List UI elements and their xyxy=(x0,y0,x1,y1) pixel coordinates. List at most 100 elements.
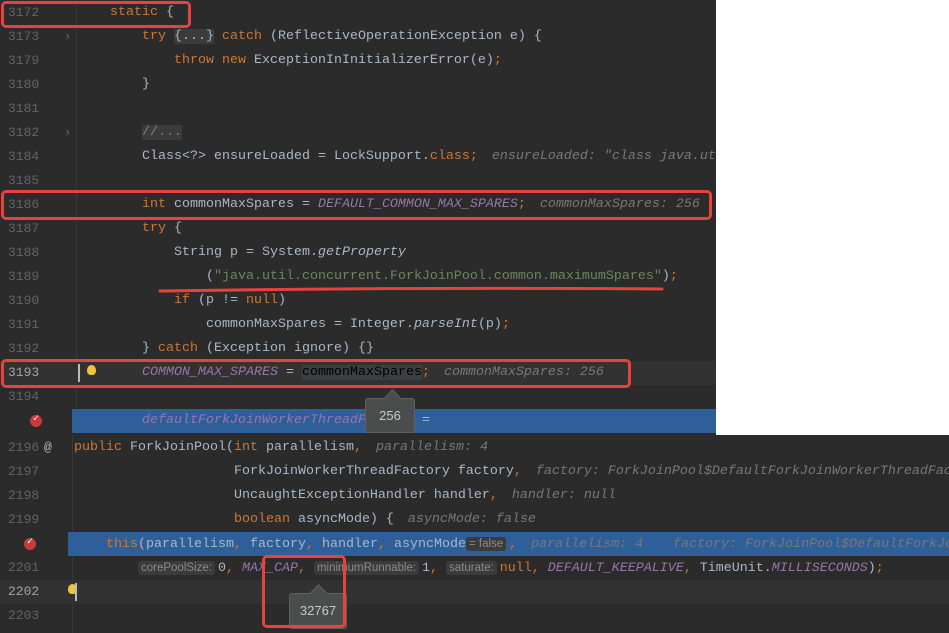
code-line[interactable]: 3186 int commonMaxSpares = DEFAULT_COMMO… xyxy=(0,193,716,217)
code-text[interactable]: boolean asyncMode) { asyncMode: false xyxy=(74,508,536,532)
line-number[interactable]: 3192 xyxy=(8,337,39,361)
breakpoint-icon[interactable] xyxy=(24,531,36,555)
code-line[interactable]: 3190 if (p != null) xyxy=(0,289,716,313)
identifier: ExceptionInInitializerError(e) xyxy=(253,53,494,68)
code-line[interactable]: 3179 throw new ExceptionInInitializerErr… xyxy=(0,49,716,73)
identifier: 0 xyxy=(217,561,226,576)
identifier: (p != xyxy=(197,293,246,308)
code-text[interactable]: this(parallelism, factory, handler, asyn… xyxy=(74,532,949,557)
line-number[interactable]: 3193 xyxy=(8,361,39,385)
keyword: if xyxy=(78,293,198,308)
line-number[interactable]: 3179 xyxy=(8,49,39,73)
code-text[interactable]: throw new ExceptionInInitializerError(e)… xyxy=(78,49,502,73)
line-number[interactable]: 3190 xyxy=(8,289,39,313)
value-tooltip: 32767 xyxy=(289,593,347,629)
code-text[interactable]: } xyxy=(78,73,150,97)
line-number[interactable]: 3184 xyxy=(8,145,39,169)
line-number[interactable]: 3191 xyxy=(8,313,39,337)
text-caret xyxy=(75,583,77,601)
line-number[interactable]: 3189 xyxy=(8,265,39,289)
folded-comment[interactable]: //... xyxy=(142,125,182,140)
identifier: ) xyxy=(867,561,876,576)
code-text[interactable]: corePoolSize: 0, MAX_CAP, minimumRunnable… xyxy=(74,556,884,581)
line-number[interactable]: 2198 xyxy=(8,484,39,508)
keyword: , xyxy=(377,537,394,552)
code-line[interactable]: 3189 ("java.util.concurrent.ForkJoinPool… xyxy=(0,265,716,289)
code-line[interactable]: 3192 } catch (Exception ignore) {} xyxy=(0,337,716,361)
code-line[interactable]: 3173 › try {...} catch (ReflectiveOperati… xyxy=(0,25,716,49)
code-line[interactable]: 3180 } xyxy=(0,73,716,97)
bottom-code-editor[interactable]: 2196 @ public ForkJoinPool(int parallelism… xyxy=(0,435,949,633)
line-number[interactable]: 3182 xyxy=(8,121,39,145)
line-number[interactable]: 2203 xyxy=(8,604,39,628)
code-line[interactable]: 3188 String p = System.getProperty xyxy=(0,241,716,265)
code-line[interactable]: this(parallelism, factory, handler, asyn… xyxy=(24,531,949,557)
line-number[interactable]: 3187 xyxy=(8,217,39,241)
code-text[interactable]: ForkJoinWorkerThreadFactory factory, fac… xyxy=(74,460,949,484)
code-text[interactable]: UncaughtExceptionHandler handler, handle… xyxy=(74,484,616,508)
line-number[interactable]: 3173 xyxy=(8,25,39,49)
line-number[interactable]: 2197 xyxy=(8,460,39,484)
keyword: public xyxy=(74,440,130,455)
line-number[interactable]: 3172 xyxy=(8,1,39,25)
code-line[interactable]: 2203 xyxy=(0,604,949,628)
code-text[interactable]: //... xyxy=(78,121,182,145)
line-number[interactable]: 3188 xyxy=(8,241,39,265)
line-number[interactable]: 2196 xyxy=(8,436,39,460)
code-text[interactable]: int commonMaxSpares = DEFAULT_COMMON_MAX… xyxy=(78,193,700,217)
line-number[interactable]: 3194 xyxy=(8,385,39,409)
code-line[interactable]: 2199 boolean asyncMode) { asyncMode: fal… xyxy=(0,508,949,532)
override-annotation-icon[interactable]: @ xyxy=(44,436,52,460)
code-line[interactable]: 3185 xyxy=(0,169,716,193)
line-number[interactable]: 3185 xyxy=(8,169,39,193)
line-number[interactable]: 3186 xyxy=(8,193,39,217)
line-number[interactable]: 3181 xyxy=(8,97,39,121)
code-line[interactable]: 2202 xyxy=(0,580,949,604)
code-line[interactable]: 2196 @ public ForkJoinPool(int parallelism… xyxy=(0,436,949,460)
line-number[interactable]: 3180 xyxy=(8,73,39,97)
constant: MAX_CAP xyxy=(241,561,298,576)
code-line[interactable]: 3182 › //... xyxy=(0,121,716,145)
identifier: } xyxy=(78,341,158,356)
fold-arrow-icon[interactable]: › xyxy=(64,121,71,145)
code-text[interactable]: commonMaxSpares = Integer.parseInt(p); xyxy=(78,313,510,337)
code-line[interactable]: 3172 static { xyxy=(0,1,716,25)
identifier: (ReflectiveOperationException e) { xyxy=(269,29,542,44)
code-text[interactable]: Class<?> ensureLoaded = LockSupport.clas… xyxy=(78,145,716,169)
folded-code[interactable]: {...} xyxy=(173,29,214,44)
code-text[interactable]: COMMON_MAX_SPARES = commonMaxSpares; com… xyxy=(78,361,604,385)
code-line[interactable]: 3193 COMMON_MAX_SPARES = commonMaxSpares… xyxy=(0,361,716,385)
code-text[interactable]: try { xyxy=(78,217,182,241)
line-number[interactable]: 2201 xyxy=(8,556,39,580)
identifier: UncaughtExceptionHandler handler xyxy=(74,488,490,503)
breakpoint-icon[interactable] xyxy=(30,408,42,432)
identifier: ) xyxy=(277,293,286,308)
code-line[interactable]: 2197 ForkJoinWorkerThreadFactory factory… xyxy=(0,460,949,484)
code-text[interactable]: ("java.util.concurrent.ForkJoinPool.comm… xyxy=(78,265,678,289)
code-text[interactable]: static { xyxy=(78,1,174,25)
line-number[interactable]: 2202 xyxy=(8,580,39,604)
identifier: ForkJoinPool( xyxy=(130,440,234,455)
code-text[interactable]: } catch (Exception ignore) {} xyxy=(78,337,374,361)
line-number[interactable]: 2199 xyxy=(8,508,39,532)
fold-arrow-icon[interactable]: › xyxy=(64,25,71,49)
code-line[interactable]: 2198 UncaughtExceptionHandler handler, h… xyxy=(0,484,949,508)
code-line[interactable]: 3191 commonMaxSpares = Integer.parseInt(… xyxy=(0,313,716,337)
code-line[interactable]: 3194 xyxy=(0,385,716,409)
keyword: ; xyxy=(421,365,430,380)
code-line[interactable]: 3184 Class<?> ensureLoaded = LockSupport… xyxy=(0,145,716,169)
inline-value-hint: ensureLoaded: "class java.util.concurren… xyxy=(491,149,716,164)
code-text[interactable]: if (p != null) xyxy=(78,289,286,313)
identifier: (p) xyxy=(477,317,502,332)
code-line[interactable]: 2201 corePoolSize: 0, MAX_CAP, minimumRun… xyxy=(0,556,949,580)
string-literal: "java.util.concurrent.ForkJoinPool.commo… xyxy=(213,269,662,284)
code-text[interactable]: try {...} catch (ReflectiveOperationExce… xyxy=(78,25,542,49)
code-text[interactable]: String p = System.getProperty xyxy=(78,241,406,265)
keyword: ; xyxy=(875,561,884,576)
code-line[interactable]: 3181 xyxy=(0,97,716,121)
top-code-editor[interactable]: 3172 static {3173 › try {...} catch (Refl… xyxy=(0,0,716,435)
code-text[interactable]: public ForkJoinPool(int parallelism, par… xyxy=(74,436,488,460)
code-line[interactable]: 3187 try { xyxy=(0,217,716,241)
identifier: asyncMode) { xyxy=(297,512,394,527)
keyword: , xyxy=(683,561,700,576)
